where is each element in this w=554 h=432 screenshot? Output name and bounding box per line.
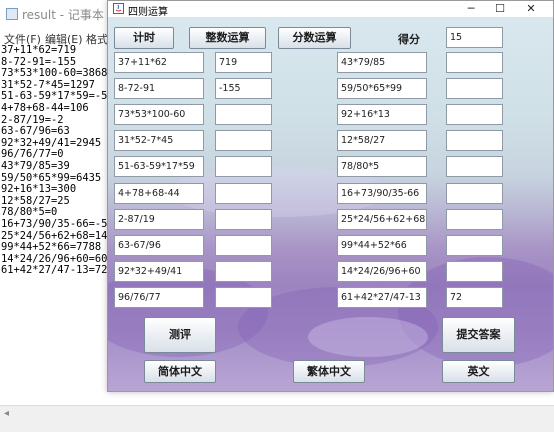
left-answer-field[interactable]: -155 bbox=[215, 78, 272, 99]
traditional-chinese-button[interactable]: 繁体中文 bbox=[293, 360, 365, 383]
left-answer-field[interactable] bbox=[215, 235, 272, 256]
notepad-text-area[interactable]: 37+11*62=719 8-72-91=-155 73*53*100-60=386… bbox=[1, 45, 121, 415]
integer-operation-button[interactable]: 整数运算 bbox=[189, 27, 266, 49]
left-question-field[interactable]: 96/76/77 bbox=[114, 287, 204, 308]
left-answer-field[interactable] bbox=[215, 209, 272, 230]
left-answer-field[interactable] bbox=[215, 130, 272, 151]
scroll-left-icon[interactable]: ◂ bbox=[4, 408, 9, 419]
right-question-field[interactable]: 78/80*5 bbox=[337, 156, 427, 177]
left-question-field[interactable]: 2-87/19 bbox=[114, 209, 204, 230]
right-answer-field[interactable] bbox=[446, 209, 503, 230]
right-question-field[interactable]: 59/50*65*99 bbox=[337, 78, 427, 99]
window-content: 计时 整数运算 分数运算 得分 15 37+11*62 719 8-72-91 -15… bbox=[108, 17, 553, 391]
right-question-field[interactable]: 12*58/27 bbox=[337, 130, 427, 151]
notepad-line: 99*44+52*66=7788 bbox=[1, 241, 102, 254]
left-question-field[interactable]: 8-72-91 bbox=[114, 78, 204, 99]
right-answer-field[interactable] bbox=[446, 104, 503, 125]
right-answer-field[interactable] bbox=[446, 183, 503, 204]
notepad-line: 61+42*27/47-13=72 bbox=[1, 264, 108, 277]
right-answer-field[interactable] bbox=[446, 52, 503, 73]
right-question-field[interactable]: 14*24/26/96+60 bbox=[337, 261, 427, 282]
left-question-field[interactable]: 92*32+49/41 bbox=[114, 261, 204, 282]
notepad-line: 37+11*62=719 bbox=[1, 45, 77, 56]
evaluate-button[interactable]: 测评 bbox=[144, 317, 216, 353]
minimize-icon[interactable]: ─ bbox=[458, 1, 484, 17]
right-answer-field[interactable] bbox=[446, 261, 503, 282]
simplified-chinese-button[interactable]: 简体中文 bbox=[144, 360, 216, 383]
left-question-field[interactable]: 37+11*62 bbox=[114, 52, 204, 73]
right-question-field[interactable]: 92+16*13 bbox=[337, 104, 427, 125]
english-button[interactable]: 英文 bbox=[442, 360, 515, 383]
left-question-field[interactable]: 51-63-59*17*59 bbox=[114, 156, 204, 177]
notepad-line: 4+78+68-44=106 bbox=[1, 101, 89, 114]
left-answer-field[interactable] bbox=[215, 287, 272, 308]
submit-answers-button[interactable]: 提交答案 bbox=[442, 317, 515, 353]
window-titlebar: 四则运算 ─ ☐ ✕ bbox=[108, 1, 553, 18]
notepad-icon bbox=[6, 8, 18, 20]
left-answer-field[interactable] bbox=[215, 261, 272, 282]
notepad-line: 16+73/90/35-66=-50 bbox=[1, 217, 114, 230]
notepad-statusbar bbox=[0, 422, 554, 432]
notepad-line: 63-67/96=63 bbox=[1, 125, 70, 138]
left-answer-field[interactable] bbox=[215, 104, 272, 125]
right-answer-field[interactable] bbox=[446, 235, 503, 256]
notepad-line: 92+16*13=300 bbox=[1, 183, 77, 196]
score-label: 得分 bbox=[398, 33, 420, 46]
left-question-field[interactable]: 31*52-7*45 bbox=[114, 130, 204, 151]
left-answer-field[interactable]: 719 bbox=[215, 52, 272, 73]
notepad-title: result - 记事本 bbox=[22, 8, 104, 22]
java-icon bbox=[113, 3, 124, 14]
close-icon[interactable]: ✕ bbox=[518, 1, 544, 17]
arithmetic-window: 四则运算 ─ ☐ ✕ 计时 整数运算 分数运算 得分 15 37+11*62 71… bbox=[107, 0, 554, 392]
right-answer-field[interactable] bbox=[446, 130, 503, 151]
left-question-field[interactable]: 73*53*100-60 bbox=[114, 104, 204, 125]
fraction-operation-button[interactable]: 分数运算 bbox=[278, 27, 351, 49]
right-question-field[interactable]: 25*24/56+62+68 bbox=[337, 209, 427, 230]
left-question-field[interactable]: 63-67/96 bbox=[114, 235, 204, 256]
right-answer-field[interactable] bbox=[446, 78, 503, 99]
horizontal-scrollbar[interactable]: ◂ bbox=[0, 405, 554, 423]
maximize-icon[interactable]: ☐ bbox=[487, 1, 513, 17]
right-question-field[interactable]: 43*79/85 bbox=[337, 52, 427, 73]
notepad-line: 43*79/85=39 bbox=[1, 159, 70, 172]
score-field[interactable]: 15 bbox=[446, 27, 503, 48]
right-question-field[interactable]: 16+73/90/35-66 bbox=[337, 183, 427, 204]
left-question-field[interactable]: 4+78+68-44 bbox=[114, 183, 204, 204]
right-answer-field[interactable] bbox=[446, 156, 503, 177]
timer-button[interactable]: 计时 bbox=[114, 27, 174, 49]
left-answer-field[interactable] bbox=[215, 156, 272, 177]
right-answer-field[interactable]: 72 bbox=[446, 287, 503, 308]
right-question-field[interactable]: 99*44+52*66 bbox=[337, 235, 427, 256]
background-haze bbox=[308, 317, 428, 357]
window-title: 四则运算 bbox=[128, 7, 168, 18]
right-question-field[interactable]: 61+42*27/47-13 bbox=[337, 287, 427, 308]
left-answer-field[interactable] bbox=[215, 183, 272, 204]
